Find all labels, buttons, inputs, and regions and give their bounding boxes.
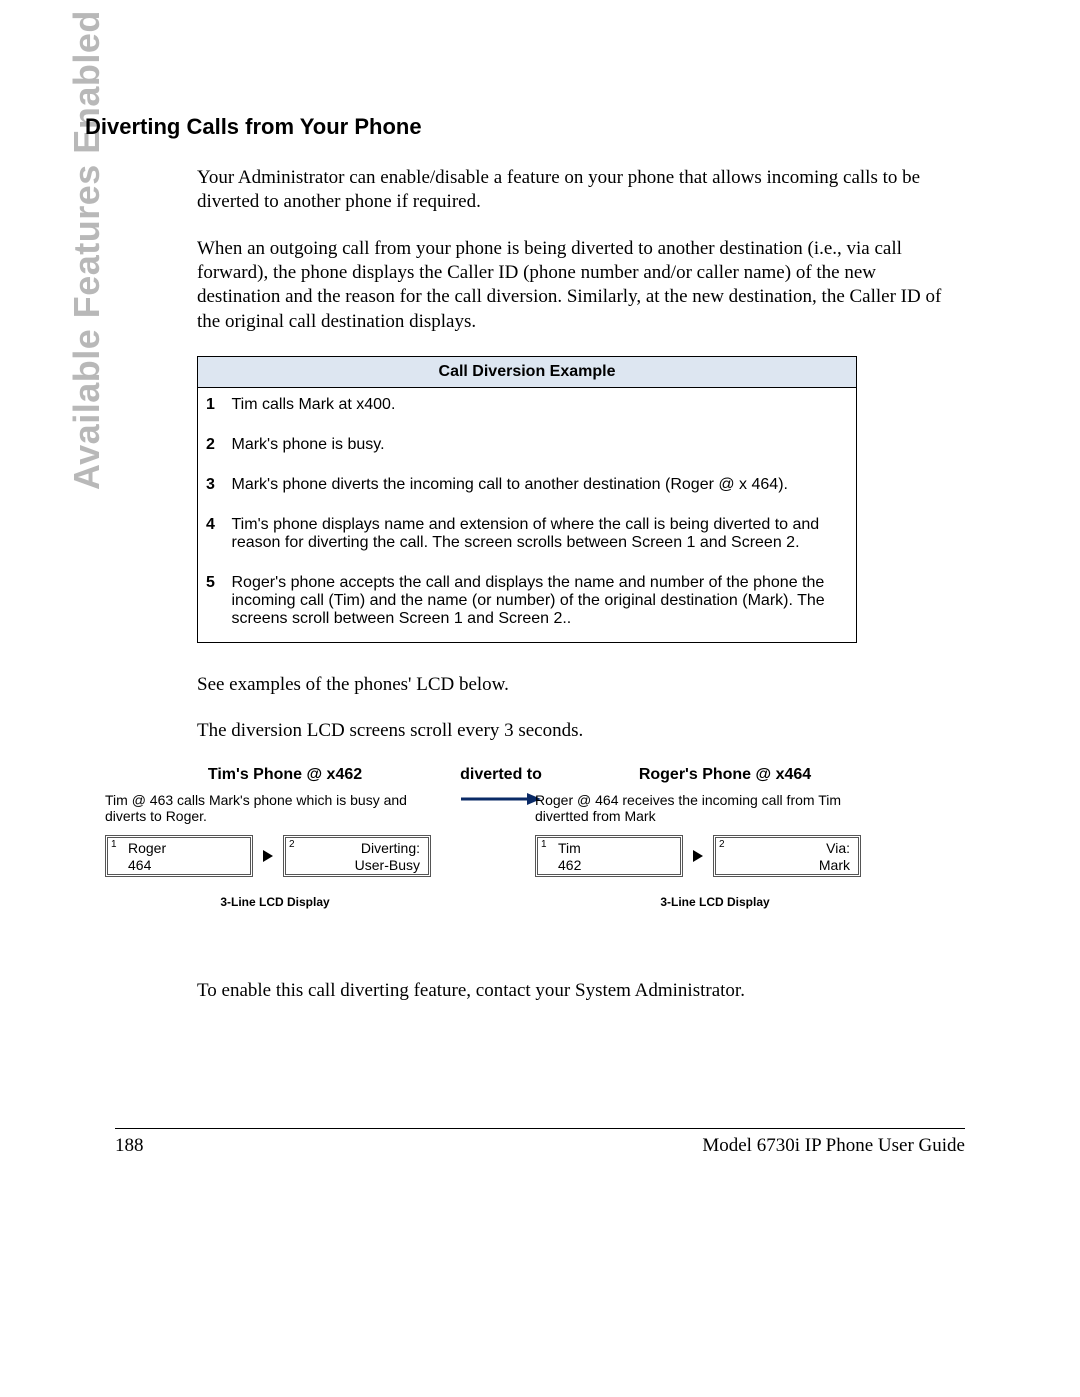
- lcd-line: Via:: [720, 840, 850, 857]
- triangle-icon: [263, 850, 273, 862]
- roger-screen-2: 2 Via: Mark: [713, 835, 861, 877]
- tim-phone-title: Tim's Phone @ x462: [125, 766, 445, 784]
- roger-phone-desc: Roger @ 464 receives the incoming call f…: [535, 792, 895, 826]
- lcd-caption: 3-Line LCD Display: [535, 895, 895, 909]
- page-number: 188: [115, 1135, 144, 1157]
- page-footer: 188 Model 6730i IP Phone User Guide: [115, 1128, 965, 1157]
- table-row: 1 Tim calls Mark at x400.: [198, 387, 857, 428]
- roger-screen-1: 1 Tim 462: [535, 835, 683, 877]
- guide-title: Model 6730i IP Phone User Guide: [702, 1135, 965, 1157]
- call-diversion-example-table: Call Diversion Example 1 Tim calls Mark …: [197, 356, 857, 643]
- section-heading: Diverting Calls from Your Phone: [85, 114, 965, 140]
- screen-number: 2: [289, 839, 295, 851]
- row-num: 5: [198, 566, 224, 643]
- table-row: 3 Mark's phone diverts the incoming call…: [198, 468, 857, 508]
- screen-number: 1: [111, 839, 117, 851]
- row-text: Tim's phone displays name and extension …: [224, 508, 857, 566]
- lcd-line: Tim: [558, 840, 676, 857]
- lcd-caption: 3-Line LCD Display: [105, 895, 445, 909]
- row-num: 3: [198, 468, 224, 508]
- arrow-right-icon: [461, 792, 541, 806]
- tim-screen-1: 1 Roger 464: [105, 835, 253, 877]
- tim-phone-desc: Tim @ 463 calls Mark's phone which is bu…: [105, 792, 445, 826]
- lcd-line: Diverting:: [290, 840, 420, 857]
- lcd-line: 462: [558, 857, 676, 874]
- row-text: Mark's phone diverts the incoming call t…: [224, 468, 857, 508]
- row-num: 1: [198, 387, 224, 428]
- paragraph-scroll-note: The diversion LCD screens scroll every 3…: [197, 719, 957, 743]
- tim-screen-2: 2 Diverting: User-Busy: [283, 835, 431, 877]
- page-content: Diverting Calls from Your Phone Your Adm…: [85, 114, 965, 1025]
- paragraph-see-examples: See examples of the phones' LCD below.: [197, 673, 957, 697]
- lcd-line: Roger: [128, 840, 246, 857]
- table-row: 5 Roger's phone accepts the call and dis…: [198, 566, 857, 643]
- paragraph-detail: When an outgoing call from your phone is…: [197, 237, 957, 334]
- lcd-line: Mark: [720, 857, 850, 874]
- table-row: 4 Tim's phone displays name and extensio…: [198, 508, 857, 566]
- lcd-line: 464: [128, 857, 246, 874]
- roger-phone-title: Roger's Phone @ x464: [555, 766, 895, 784]
- lcd-line: User-Busy: [290, 857, 420, 874]
- paragraph-intro: Your Administrator can enable/disable a …: [197, 166, 957, 215]
- row-text: Roger's phone accepts the call and displ…: [224, 566, 857, 643]
- triangle-icon: [693, 850, 703, 862]
- roger-phone-column: Roger's Phone @ x464 Roger @ 464 receive…: [535, 766, 895, 910]
- row-num: 4: [198, 508, 224, 566]
- row-num: 2: [198, 428, 224, 468]
- tim-phone-column: Tim's Phone @ x462 Tim @ 463 calls Mark'…: [105, 766, 445, 910]
- lcd-diagram: Tim's Phone @ x462 Tim @ 463 calls Mark'…: [105, 766, 975, 931]
- paragraph-enable-note: To enable this call diverting feature, c…: [197, 979, 957, 1003]
- screen-number: 1: [541, 839, 547, 851]
- row-text: Tim calls Mark at x400.: [224, 387, 857, 428]
- table-header: Call Diversion Example: [198, 356, 857, 387]
- table-row: 2 Mark's phone is busy.: [198, 428, 857, 468]
- row-text: Mark's phone is busy.: [224, 428, 857, 468]
- screen-number: 2: [719, 839, 725, 851]
